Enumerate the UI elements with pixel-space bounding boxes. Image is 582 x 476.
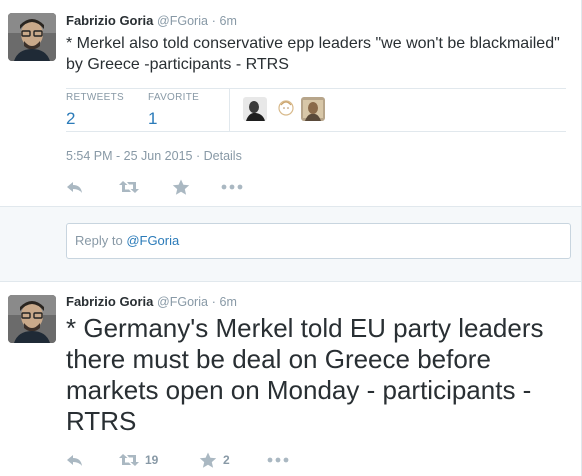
retweet-icon [119, 454, 139, 466]
favoriter-avatar[interactable] [243, 97, 267, 121]
reply-mention: @FGoria [126, 233, 180, 248]
more-icon [221, 184, 243, 190]
favorites-label: FAVORITE [148, 92, 200, 103]
retweet-icon [119, 181, 139, 193]
author-name[interactable]: Fabrizio Goria [66, 13, 153, 28]
reply-button[interactable] [66, 451, 84, 469]
retweets-label: RETWEETS [66, 92, 124, 103]
timeline: Fabrizio Goria @FGoria · 6m * Merkel als… [0, 0, 582, 476]
retweets-stat[interactable]: RETWEETS 2 [66, 92, 124, 130]
author-username[interactable]: @FGoria [157, 14, 208, 28]
tweet-time[interactable]: 6m [220, 295, 237, 309]
tweet-stats: RETWEETS 2 FAVORITE 1 [66, 88, 566, 132]
full-timestamp[interactable]: 5:54 PM - 25 Jun 2015 [66, 149, 192, 163]
tweet-time[interactable]: 6m [220, 14, 237, 28]
more-button[interactable] [221, 178, 243, 196]
avatar[interactable] [8, 13, 56, 61]
retweet-button[interactable] [119, 178, 139, 196]
retweet-button[interactable]: 19 [119, 451, 158, 469]
favorite-button[interactable] [172, 178, 190, 196]
star-icon [172, 179, 190, 195]
tweet-text: * Merkel also told conservative epp lead… [66, 35, 560, 73]
tweet-header: Fabrizio Goria @FGoria · 6m [66, 294, 237, 310]
header-separator: · [211, 294, 216, 309]
more-icon [267, 457, 289, 463]
tweet-header: Fabrizio Goria @FGoria · 6m [66, 13, 237, 29]
favoriter-avatar[interactable] [301, 97, 325, 121]
tweet-text: * Germany's Merkel told EU party leaders… [66, 313, 544, 436]
favoriter-avatar[interactable] [274, 97, 298, 121]
reply-button[interactable] [66, 178, 84, 196]
retweet-count: 19 [145, 453, 159, 467]
author-name[interactable]: Fabrizio Goria [66, 294, 153, 309]
details-link[interactable]: Details [204, 149, 242, 163]
more-button[interactable] [267, 451, 289, 469]
favorite-button[interactable]: 2 [199, 451, 230, 469]
favorites-stat[interactable]: FAVORITE 1 [148, 92, 199, 130]
stats-divider [229, 89, 230, 132]
reply-icon [67, 455, 82, 466]
tweet-meta: 5:54 PM - 25 Jun 2015 · Details [66, 148, 242, 164]
favorite-count: 2 [223, 453, 230, 467]
favorites-count: 1 [148, 109, 158, 128]
reply-prefix: Reply to [75, 233, 127, 248]
meta-separator: · [195, 149, 201, 163]
reply-area: Reply to @FGoria [0, 206, 581, 282]
retweets-count: 2 [66, 109, 76, 128]
header-separator: · [211, 13, 216, 28]
star-icon [199, 452, 217, 468]
avatar[interactable] [8, 295, 56, 343]
author-username[interactable]: @FGoria [157, 295, 208, 309]
reply-input[interactable]: Reply to @FGoria [66, 223, 571, 259]
reply-icon [67, 182, 82, 193]
